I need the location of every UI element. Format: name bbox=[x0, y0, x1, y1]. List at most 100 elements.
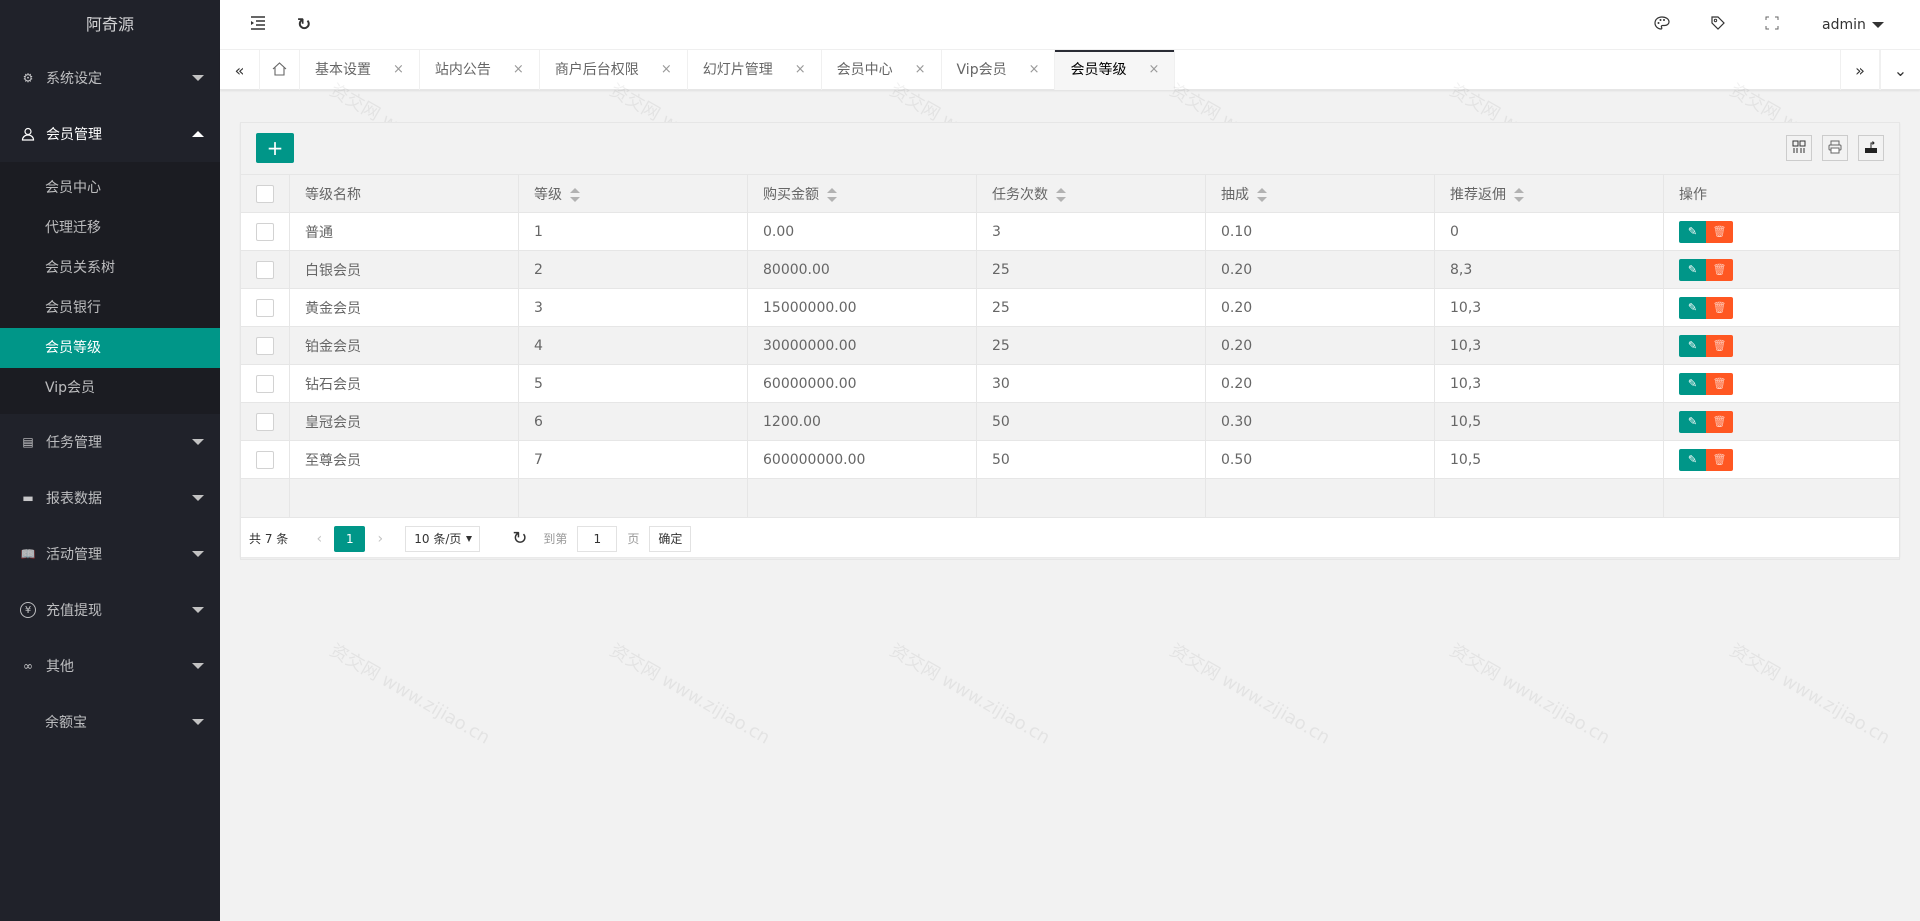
tab-merchant-permissions[interactable]: 商户后台权限 × bbox=[540, 50, 688, 90]
sort-icon[interactable] bbox=[1056, 187, 1066, 202]
next-page-button[interactable]: › bbox=[365, 531, 395, 547]
close-icon[interactable]: × bbox=[393, 50, 404, 90]
empty-cell bbox=[1663, 478, 1900, 518]
fullscreen-button[interactable] bbox=[1752, 0, 1792, 50]
row-checkbox[interactable] bbox=[256, 374, 274, 393]
delete-button[interactable]: 🗑 bbox=[1706, 410, 1733, 433]
row-checkbox[interactable] bbox=[256, 412, 274, 431]
row-actions: ✎ 🗑 bbox=[1679, 334, 1884, 357]
tab-options-button[interactable]: ⌄ bbox=[1880, 50, 1920, 90]
home-tab[interactable] bbox=[260, 50, 300, 90]
sidebar-item-label: 充值提现 bbox=[46, 603, 102, 619]
delete-button[interactable]: 🗑 bbox=[1706, 296, 1733, 319]
row-checkbox[interactable] bbox=[256, 450, 274, 469]
close-icon[interactable]: × bbox=[915, 50, 926, 90]
sidebar-item-task-management[interactable]: ▤ 任务管理 bbox=[0, 414, 220, 470]
delete-button[interactable]: 🗑 bbox=[1706, 334, 1733, 357]
sidebar-item-member-center[interactable]: 会员中心 bbox=[0, 168, 220, 208]
row-checkbox[interactable] bbox=[256, 260, 274, 279]
page-1-button[interactable]: 1 bbox=[334, 525, 366, 552]
cell-commission: 0.20 bbox=[1205, 288, 1435, 327]
column-header-task-count[interactable]: 任务次数 bbox=[976, 174, 1206, 213]
select-all-checkbox[interactable] bbox=[256, 184, 274, 203]
close-icon[interactable]: × bbox=[1029, 50, 1040, 90]
tab-bar: « 基本设置 × 站内公告 × 商户后台权限 × 幻灯片管理 × 会员中心 × Vip会员… bbox=[220, 50, 1920, 90]
trash-icon: 🗑 bbox=[1712, 263, 1727, 276]
tab-label: 站内公告 bbox=[434, 62, 491, 78]
sort-icon[interactable] bbox=[827, 187, 837, 202]
sidebar-item-label: 活动管理 bbox=[46, 547, 102, 563]
print-button[interactable] bbox=[1822, 135, 1848, 161]
row-checkbox[interactable] bbox=[256, 336, 274, 355]
close-icon[interactable]: × bbox=[513, 50, 524, 90]
row-checkbox[interactable] bbox=[256, 298, 274, 317]
delete-button[interactable]: 🗑 bbox=[1706, 372, 1733, 395]
user-menu[interactable]: admin bbox=[1822, 0, 1884, 50]
sidebar-item-member-bank[interactable]: 会员银行 bbox=[0, 288, 220, 328]
tab-slideshow-management[interactable]: 幻灯片管理 × bbox=[688, 50, 822, 90]
tab-scroll-left-button[interactable]: « bbox=[220, 50, 260, 90]
column-header-commission[interactable]: 抽成 bbox=[1205, 174, 1435, 213]
tab-member-center[interactable]: 会员中心 × bbox=[822, 50, 942, 90]
sidebar-item-yuebao[interactable]: 余额宝 bbox=[0, 694, 220, 750]
goto-page-input[interactable]: 1 bbox=[577, 525, 618, 552]
goto-confirm-button[interactable]: 确定 bbox=[649, 525, 692, 552]
delete-button[interactable]: 🗑 bbox=[1706, 448, 1733, 471]
column-header-level[interactable]: 等级 bbox=[518, 174, 748, 213]
tag-icon bbox=[1710, 15, 1726, 35]
table-header-row: 等级名称 等级 购买金额 任务次数 抽成 推荐返佣 操作 bbox=[240, 174, 1900, 213]
row-checkbox[interactable] bbox=[256, 222, 274, 241]
add-button[interactable]: + bbox=[256, 133, 294, 163]
tab-site-announcement[interactable]: 站内公告 × bbox=[420, 50, 540, 90]
tab-member-level[interactable]: 会员等级 × bbox=[1055, 50, 1176, 90]
columns-filter-button[interactable] bbox=[1786, 135, 1812, 161]
cell-actions: ✎ 🗑 bbox=[1663, 440, 1900, 479]
theme-button[interactable] bbox=[1642, 0, 1682, 50]
table-body: 普通 1 0.00 3 0.10 0 ✎ 🗑 白银会员 2 80000.00 25 0.20 8,3 ✎ 🗑 黄… bbox=[240, 212, 1900, 518]
sidebar-item-system-settings[interactable]: ⚙ 系统设定 bbox=[0, 50, 220, 106]
sidebar-item-other[interactable]: ∞ 其他 bbox=[0, 638, 220, 694]
edit-button[interactable]: ✎ bbox=[1679, 296, 1706, 319]
sidebar-item-member-management[interactable]: 会员管理 bbox=[0, 106, 220, 162]
page-size-select[interactable]: 10 条/页 bbox=[405, 525, 481, 552]
refresh-button[interactable]: ↻ bbox=[284, 0, 324, 50]
close-icon[interactable]: × bbox=[1148, 50, 1159, 90]
edit-button[interactable]: ✎ bbox=[1679, 220, 1706, 243]
export-button[interactable] bbox=[1858, 135, 1884, 161]
watermark-text: 资交网 www.zijiao.cn bbox=[886, 639, 1054, 749]
sidebar-item-recharge-withdraw[interactable]: ¥ 充值提现 bbox=[0, 582, 220, 638]
watermark-text: 资交网 www.zijiao.cn bbox=[326, 639, 494, 749]
delete-button[interactable]: 🗑 bbox=[1706, 258, 1733, 281]
cell-actions: ✎ 🗑 bbox=[1663, 212, 1900, 251]
edit-button[interactable]: ✎ bbox=[1679, 334, 1706, 357]
column-header-referral-rebate[interactable]: 推荐返佣 bbox=[1434, 174, 1664, 213]
delete-button[interactable]: 🗑 bbox=[1706, 220, 1733, 243]
toggle-sidebar-button[interactable] bbox=[238, 0, 278, 50]
sidebar-item-report-data[interactable]: ▬ 报表数据 bbox=[0, 470, 220, 526]
edit-button[interactable]: ✎ bbox=[1679, 372, 1706, 395]
refresh-table-button[interactable]: ↻ bbox=[512, 528, 527, 549]
sort-icon[interactable] bbox=[570, 187, 580, 202]
tab-basic-settings[interactable]: 基本设置 × bbox=[300, 50, 420, 90]
tab-vip-member[interactable]: Vip会员 × bbox=[942, 50, 1056, 90]
sort-icon[interactable] bbox=[1514, 187, 1524, 202]
sort-icon[interactable] bbox=[1257, 187, 1267, 202]
sidebar-item-activity-management[interactable]: 📖 活动管理 bbox=[0, 526, 220, 582]
edit-button[interactable]: ✎ bbox=[1679, 448, 1706, 471]
total-count: 共 7 条 bbox=[249, 532, 289, 546]
prev-page-button[interactable]: ‹ bbox=[304, 531, 334, 547]
close-icon[interactable]: × bbox=[661, 50, 672, 90]
column-header-purchase-amount[interactable]: 购买金额 bbox=[747, 174, 977, 213]
edit-button[interactable]: ✎ bbox=[1679, 410, 1706, 433]
tab-scroll-right-button[interactable]: » bbox=[1840, 50, 1880, 90]
sidebar-item-member-tree[interactable]: 会员关系树 bbox=[0, 248, 220, 288]
sidebar-item-agent-migration[interactable]: 代理迁移 bbox=[0, 208, 220, 248]
cell-commission: 0.20 bbox=[1205, 364, 1435, 403]
caret-down-icon bbox=[192, 607, 204, 613]
close-icon[interactable]: × bbox=[795, 50, 806, 90]
sidebar-item-member-level[interactable]: 会员等级 bbox=[0, 328, 220, 368]
infinity-icon: ∞ bbox=[23, 659, 33, 673]
tag-button[interactable] bbox=[1698, 0, 1738, 50]
edit-button[interactable]: ✎ bbox=[1679, 258, 1706, 281]
sidebar-item-vip-member[interactable]: Vip会员 bbox=[0, 368, 220, 408]
